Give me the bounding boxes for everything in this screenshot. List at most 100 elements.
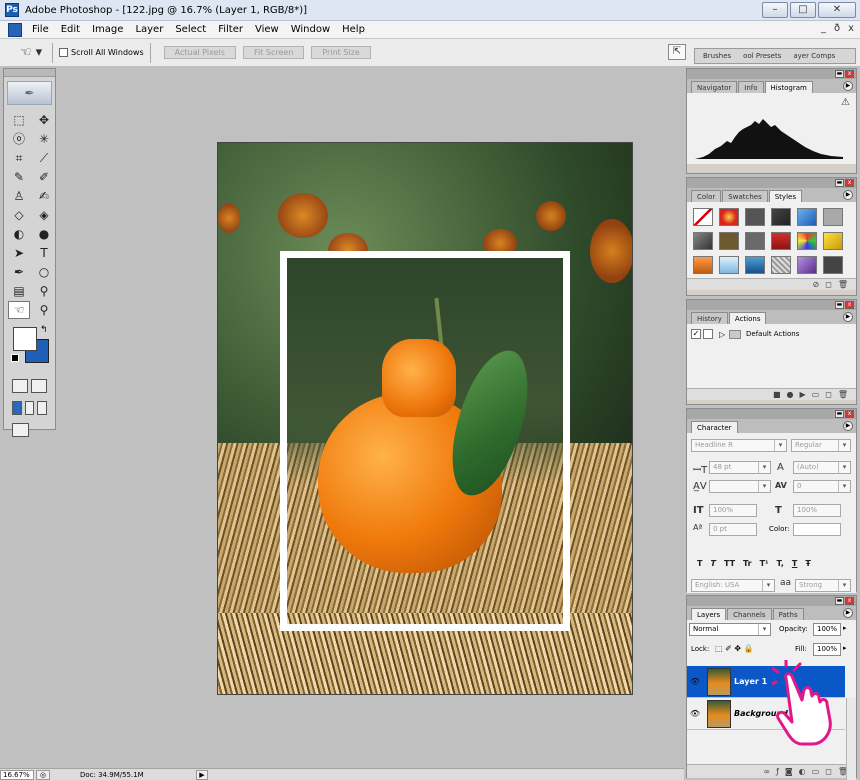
style-swatch[interactable] [693,232,713,250]
stop-icon[interactable]: ■ [773,390,781,399]
menu-window[interactable]: Window [285,24,336,35]
play-icon[interactable]: ▶ [799,390,805,399]
style-swatch[interactable] [693,256,713,274]
shape-tool-icon[interactable]: ○ [33,263,55,281]
default-colors-icon[interactable] [11,354,19,362]
doc-restore-button[interactable]: ð [834,23,840,34]
style-swatch[interactable] [771,208,791,226]
fit-screen-button[interactable]: Fit Screen [242,46,305,59]
style-swatch[interactable] [797,232,817,250]
minimize-button[interactable]: – [762,2,788,18]
well-tab-brushes[interactable]: Brushes [695,49,735,63]
style-swatch[interactable] [745,232,765,250]
type-tool-icon[interactable]: T [33,244,55,262]
kerning-field[interactable]: ▾ [709,480,771,493]
panel-menu-icon[interactable]: ▶ [843,421,853,431]
tab-paths[interactable]: Paths [772,608,804,620]
full-screen-mode-button[interactable] [37,401,48,415]
eye-icon[interactable]: 👁 [687,666,703,698]
status-menu-icon[interactable]: ◎ [36,769,50,780]
menu-layer[interactable]: Layer [129,24,169,35]
lock-icons[interactable]: ⬚ ✐ ✥ 🔒 [715,644,754,653]
doc-minimize-button[interactable]: _ [821,23,826,34]
fill-arrow-icon[interactable]: ▸ [843,644,847,652]
tab-color[interactable]: Color [691,190,722,202]
paint-bucket-tool-icon[interactable]: ◈ [33,206,55,224]
tab-actions[interactable]: Actions [728,312,767,324]
menu-filter[interactable]: Filter [212,24,249,35]
panel-minimize-button[interactable]: ▬ [835,70,844,78]
menu-select[interactable]: Select [169,24,212,35]
tab-layers[interactable]: Layers [691,608,727,620]
horizontal-scale-field[interactable]: 100% [793,504,841,517]
healing-brush-tool-icon[interactable]: ✎ [8,168,30,186]
strikethrough-button[interactable]: Ŧ [805,559,810,568]
standard-screen-mode-button[interactable] [12,401,22,415]
blur-tool-icon[interactable]: ◐ [8,225,30,243]
style-swatch[interactable] [719,256,739,274]
hand-tool-icon[interactable]: ☜ [8,301,30,319]
hand-tool-preset-icon[interactable]: ☜ ▾ [16,43,46,63]
full-screen-menu-mode-button[interactable] [24,401,35,415]
new-group-icon[interactable]: ▭ [812,767,820,776]
zoom-tool-icon[interactable]: ⚲ [33,301,55,319]
palette-well-icon[interactable]: ⇱ [668,44,686,60]
print-size-button[interactable]: Print Size [311,46,371,59]
action-dialog-toggle[interactable] [703,329,713,339]
dodge-tool-icon[interactable]: ● [33,225,55,243]
leading-field[interactable]: (Auto) ▾ [793,461,851,474]
tab-channels[interactable]: Channels [727,608,772,620]
panel-header[interactable]: ▬ x [687,178,856,188]
action-toggle-checkbox[interactable]: ✓ [691,329,701,339]
subscript-button[interactable]: T, [777,559,784,568]
new-set-icon[interactable]: ▭ [812,390,820,399]
canvas-area[interactable] [57,68,683,768]
maximize-button[interactable]: □ [790,2,816,18]
tab-info[interactable]: Info [738,81,764,93]
crop-tool-icon[interactable]: ⌗ [8,149,30,167]
new-layer-icon[interactable]: ◻ [825,767,832,776]
panel-minimize-button[interactable]: ▬ [835,410,844,418]
underline-button[interactable]: T [792,559,797,568]
faux-italic-button[interactable]: T [710,559,715,568]
notes-tool-icon[interactable]: ▤ [8,282,30,300]
fill-field[interactable]: 100% [813,643,841,656]
text-color-swatch[interactable] [793,523,841,536]
antialias-select[interactable]: Strong ▾ [795,579,851,592]
link-layers-icon[interactable]: ∞ [763,767,770,776]
history-brush-tool-icon[interactable]: ✍ [33,187,55,205]
menu-image[interactable]: Image [86,24,129,35]
panel-menu-icon[interactable]: ▶ [843,608,853,618]
layer-mask-icon[interactable]: ◙ [785,767,793,776]
checkbox-box[interactable] [59,48,68,57]
doc-close-button[interactable]: x [848,23,854,34]
well-tab-layer-comps[interactable]: ayer Comps [785,49,839,63]
font-style-select[interactable]: Regular ▾ [791,439,851,452]
eraser-tool-icon[interactable]: ◇ [8,206,30,224]
style-swatch[interactable] [719,208,739,226]
new-action-icon[interactable]: ◻ [825,390,832,399]
panel-menu-icon[interactable]: ▶ [843,81,853,91]
font-family-select[interactable]: Headline R ▾ [691,439,787,452]
path-selection-tool-icon[interactable]: ➤ [8,244,30,262]
standard-mode-button[interactable] [12,379,28,393]
style-swatch[interactable] [745,256,765,274]
faux-bold-button[interactable]: T [697,559,702,568]
style-swatch[interactable] [823,256,843,274]
clear-style-icon[interactable]: ⊘ [813,280,820,289]
feather-logo-icon[interactable]: ✒ [7,81,52,105]
tab-styles[interactable]: Styles [768,190,802,202]
magic-wand-tool-icon[interactable]: ✳ [33,130,55,148]
action-set-row[interactable]: ✓ ▷ Default Actions [691,328,852,340]
baseline-shift-field[interactable]: 0 pt [709,523,757,536]
style-swatch[interactable] [771,232,791,250]
brush-tool-icon[interactable]: ✐ [33,168,55,186]
style-swatch[interactable] [719,232,739,250]
style-swatch[interactable] [797,256,817,274]
delete-style-icon[interactable]: 🗑 [838,280,848,289]
record-icon[interactable]: ● [787,390,794,399]
quick-mask-mode-button[interactable] [31,379,47,393]
slice-tool-icon[interactable]: ⟋ [33,149,55,167]
panel-minimize-button[interactable]: ▬ [835,301,844,309]
opacity-field[interactable]: 100% [813,623,841,636]
